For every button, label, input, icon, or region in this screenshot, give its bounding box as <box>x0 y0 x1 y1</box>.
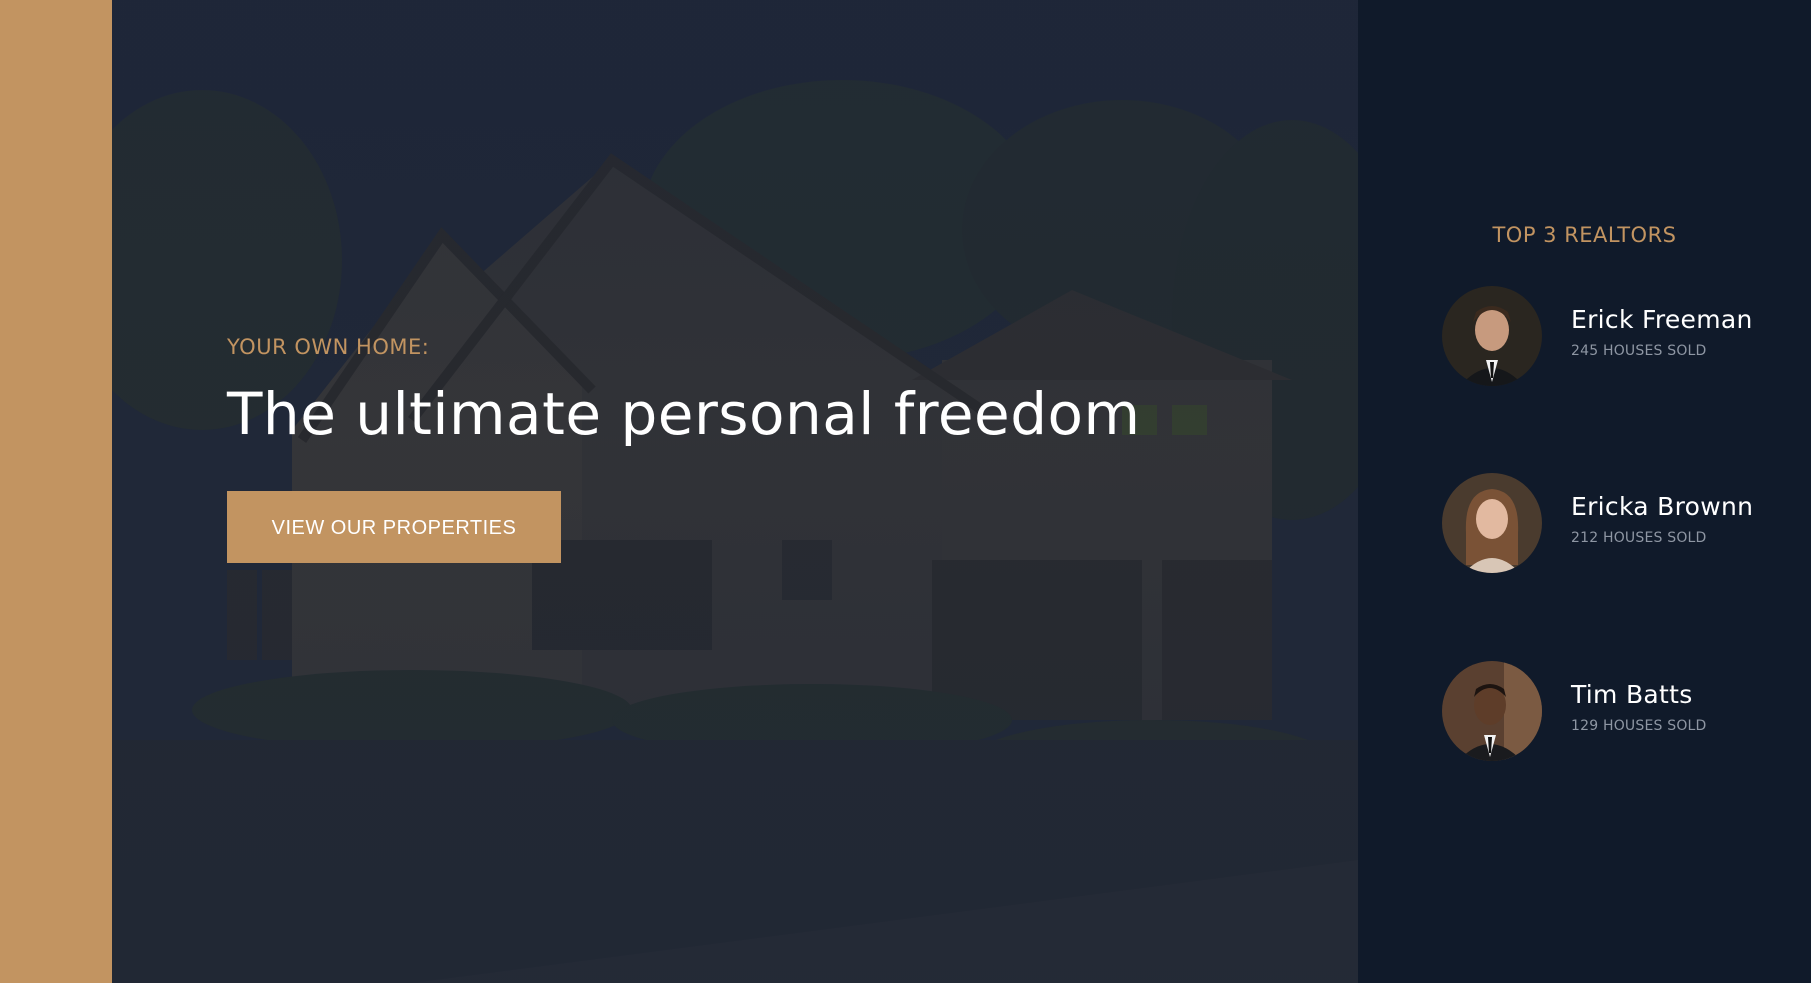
avatar <box>1442 286 1542 386</box>
realtor-name: Ericka Brownn <box>1571 492 1754 521</box>
realtor-info: Tim Batts 129 HOUSES SOLD <box>1571 680 1707 734</box>
realtor-info: Erick Freeman 245 HOUSES SOLD <box>1571 305 1753 359</box>
page: YOUR OWN HOME: The ultimate personal fre… <box>0 0 1811 983</box>
hero-section: YOUR OWN HOME: The ultimate personal fre… <box>112 0 1358 983</box>
realtor-name: Erick Freeman <box>1571 305 1753 334</box>
avatar <box>1442 661 1542 761</box>
hero-title: The ultimate personal freedom <box>227 380 1141 448</box>
hero-kicker: YOUR OWN HOME: <box>227 335 430 359</box>
realtor-sold-count: 245 HOUSES SOLD <box>1571 343 1707 359</box>
realtor-item[interactable]: Ericka Brownn 212 HOUSES SOLD <box>1442 473 1802 573</box>
realtor-info: Ericka Brownn 212 HOUSES SOLD <box>1571 492 1753 546</box>
accent-side-bar <box>0 0 112 983</box>
avatar <box>1442 473 1542 573</box>
top-realtors-panel: TOP 3 REALTORS Erick Freeman 245 HOUSES … <box>1358 0 1811 983</box>
realtor-name: Tim Batts <box>1571 680 1693 709</box>
realtor-photo-icon <box>1442 473 1542 573</box>
realtor-item[interactable]: Tim Batts 129 HOUSES SOLD <box>1442 661 1802 761</box>
realtor-sold-count: 212 HOUSES SOLD <box>1571 530 1707 546</box>
hero-content: YOUR OWN HOME: The ultimate personal fre… <box>227 335 1141 563</box>
realtor-photo-icon <box>1442 661 1542 761</box>
realtor-photo-icon <box>1442 286 1542 386</box>
view-properties-button[interactable]: VIEW OUR PROPERTIES <box>227 490 561 563</box>
realtor-sold-count: 129 HOUSES SOLD <box>1571 718 1707 734</box>
realtors-title: TOP 3 REALTORS <box>1492 223 1677 247</box>
realtor-item[interactable]: Erick Freeman 245 HOUSES SOLD <box>1442 286 1802 386</box>
